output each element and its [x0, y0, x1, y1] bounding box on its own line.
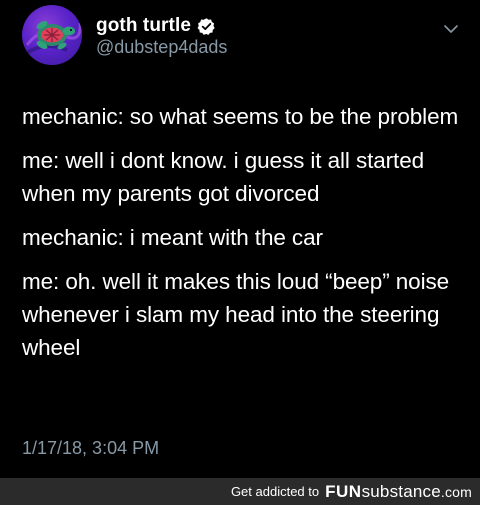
display-name-row: goth turtle — [96, 14, 216, 38]
turtle-avatar-image — [22, 21, 82, 57]
verified-badge-icon — [197, 17, 215, 35]
tweet-line: me: well i dont know. i guess it all sta… — [22, 148, 425, 206]
funsubstance-logo: FUNsubstance.com — [325, 482, 472, 502]
avatar[interactable] — [22, 5, 82, 65]
display-name[interactable]: goth turtle — [96, 15, 191, 37]
tweet-card: goth turtle @dubstep4dads mechanic: so w… — [0, 0, 480, 478]
brand-light-text: substance — [361, 481, 441, 501]
brand-bold-text: FUN — [325, 481, 362, 501]
tweet-line: me: oh. well it makes this loud “beep” n… — [22, 269, 450, 360]
tweet-text: mechanic: so what seems to be the proble… — [22, 100, 467, 375]
user-handle[interactable]: @dubstep4dads — [96, 37, 227, 58]
chevron-down-icon[interactable] — [442, 20, 460, 38]
footer-tagline: Get addicted to — [230, 484, 320, 499]
tweet-line: mechanic: i meant with the car — [22, 225, 323, 250]
watermark-footer: Get addicted to FUNsubstance.com — [0, 478, 480, 505]
tweet-timestamp[interactable]: 1/17/18, 3:04 PM — [22, 438, 159, 459]
brand-domain-text: .com — [440, 483, 472, 500]
tweet-line: mechanic: so what seems to be the proble… — [22, 104, 459, 129]
